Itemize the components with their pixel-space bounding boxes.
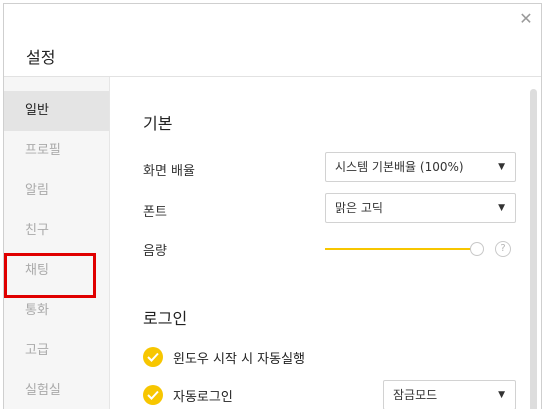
autostart-label: 윈도우 시작 시 자동실행 bbox=[173, 352, 305, 367]
close-icon[interactable]: ✕ bbox=[517, 10, 535, 28]
chevron-down-icon: ▼ bbox=[498, 390, 505, 400]
zoom-select-value: 시스템 기본배율 (100%) bbox=[335, 160, 464, 174]
settings-window: ✕ 설정 일반 프로필 알림 친구 채팅 통화 고급 실험실 기본 화면 배율 … bbox=[3, 3, 542, 409]
autologin-label: 자동로그인 bbox=[173, 390, 233, 405]
chevron-down-icon: ▼ bbox=[498, 203, 505, 213]
sidebar-item-notifications[interactable]: 알림 bbox=[4, 171, 109, 211]
scrollbar[interactable] bbox=[530, 89, 537, 409]
highlight-box-chat bbox=[4, 253, 96, 298]
zoom-select[interactable]: 시스템 기본배율 (100%) ▼ bbox=[325, 152, 516, 182]
sidebar-item-friends[interactable]: 친구 bbox=[4, 211, 109, 251]
sidebar-item-advanced[interactable]: 고급 bbox=[4, 331, 109, 371]
settings-sidebar: 일반 프로필 알림 친구 채팅 통화 고급 실험실 bbox=[4, 77, 110, 409]
font-select-value: 맑은 고딕 bbox=[335, 201, 383, 215]
sidebar-item-profile[interactable]: 프로필 bbox=[4, 131, 109, 171]
sidebar-item-labs[interactable]: 실험실 bbox=[4, 371, 109, 409]
check-icon bbox=[143, 385, 163, 405]
scrollbar-thumb[interactable] bbox=[530, 89, 537, 409]
lock-mode-select[interactable]: 잠금모드 ▼ bbox=[383, 380, 516, 409]
font-select[interactable]: 맑은 고딕 ▼ bbox=[325, 193, 516, 223]
section-title-basic: 기본 bbox=[143, 114, 173, 133]
autologin-checkbox[interactable]: 자동로그인 bbox=[143, 385, 283, 407]
window-title: 설정 bbox=[26, 48, 56, 67]
font-label: 폰트 bbox=[143, 205, 167, 220]
autostart-checkbox[interactable]: 윈도우 시작 시 자동실행 bbox=[143, 347, 383, 369]
volume-slider-track[interactable] bbox=[325, 248, 477, 250]
settings-content: 기본 화면 배율 시스템 기본배율 (100%) ▼ 폰트 맑은 고딕 ▼ 음량… bbox=[143, 77, 519, 409]
sidebar-item-general[interactable]: 일반 bbox=[4, 91, 109, 131]
volume-slider-knob[interactable] bbox=[470, 242, 484, 256]
zoom-label: 화면 배율 bbox=[143, 164, 195, 179]
section-title-login: 로그인 bbox=[143, 309, 188, 328]
volume-label: 음량 bbox=[143, 244, 167, 259]
help-icon[interactable]: ? bbox=[495, 241, 511, 257]
lock-mode-value: 잠금모드 bbox=[393, 388, 438, 402]
chevron-down-icon: ▼ bbox=[498, 162, 505, 172]
check-icon bbox=[143, 347, 163, 367]
